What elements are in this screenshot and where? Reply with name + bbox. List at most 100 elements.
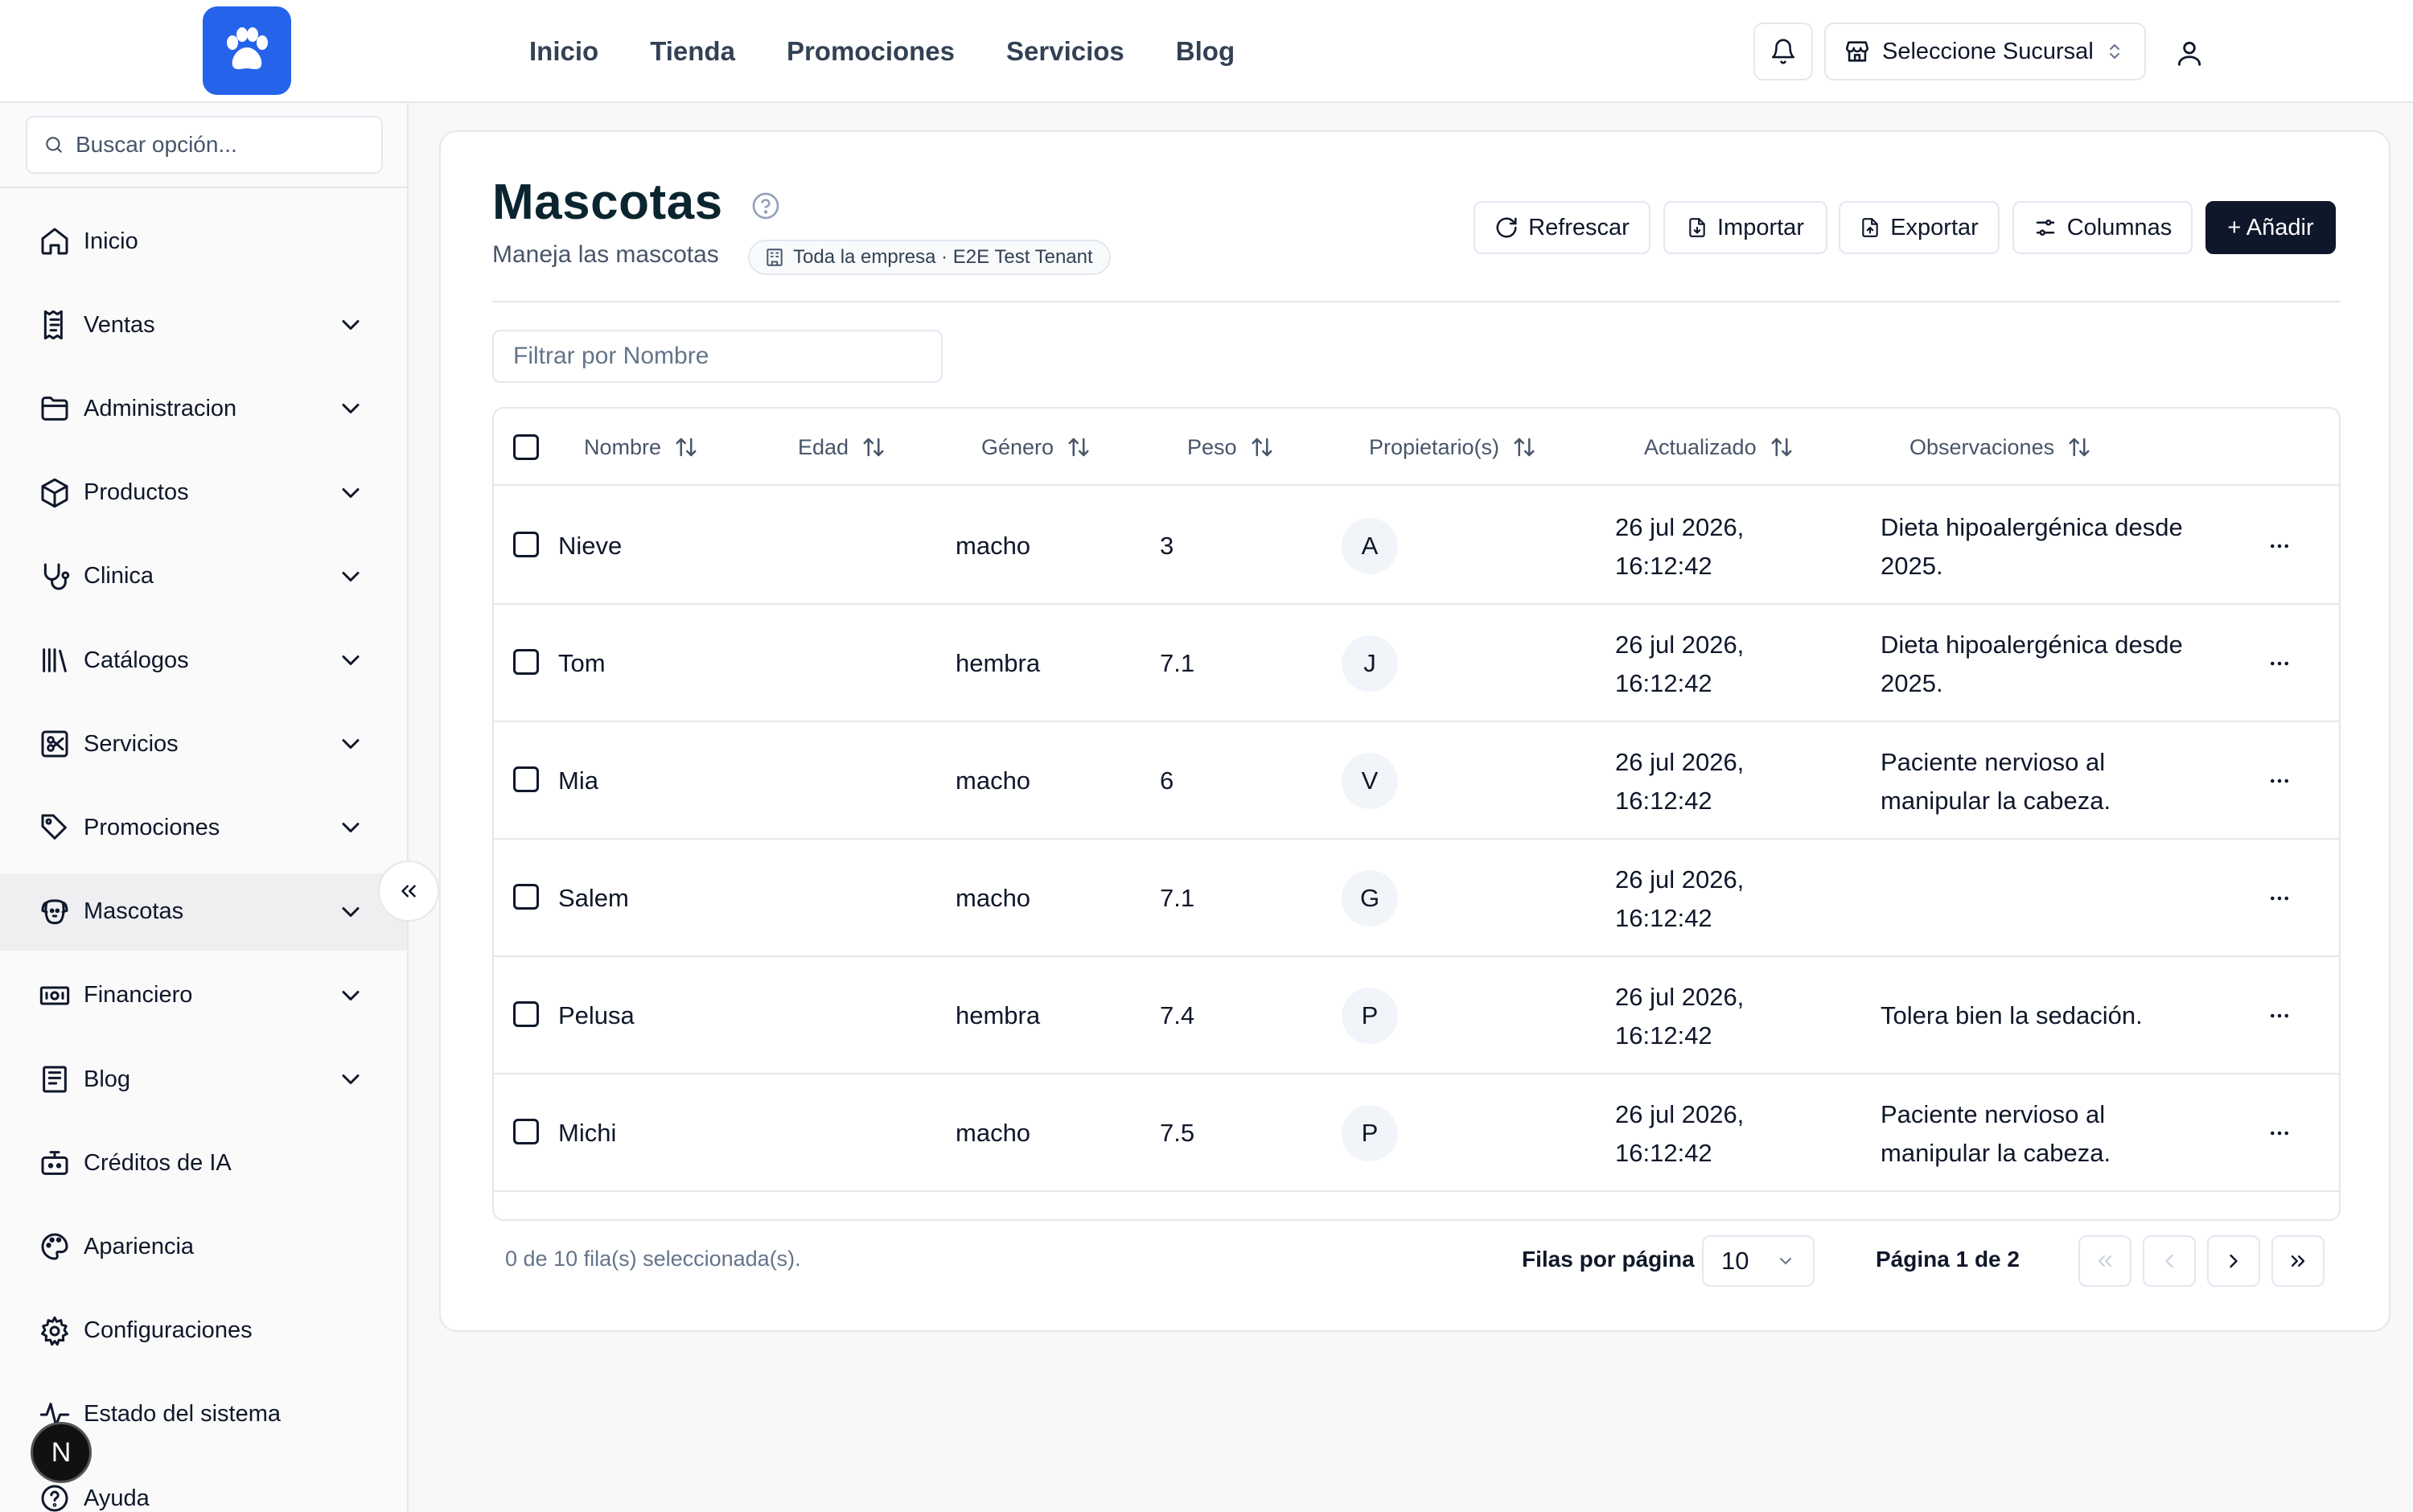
refresh-icon xyxy=(1496,217,1517,238)
chevron-down-icon[interactable] xyxy=(336,729,365,758)
row-actions-button[interactable] xyxy=(2263,1117,2296,1149)
sidebar-search-input[interactable] xyxy=(76,132,365,158)
notifications-button[interactable] xyxy=(1753,23,1813,80)
user-menu-button[interactable] xyxy=(2164,27,2215,79)
paw-logo-icon[interactable] xyxy=(203,6,291,95)
sidebar-item-inicio[interactable]: Inicio xyxy=(0,203,407,280)
sidebar-item-apariencia[interactable]: Apariencia xyxy=(0,1208,407,1285)
more-horizontal-icon xyxy=(2271,1131,2288,1136)
dev-tools-badge[interactable]: N xyxy=(31,1422,92,1483)
columns-button[interactable]: Columnas xyxy=(2012,201,2193,254)
rows-per-page-value: 10 xyxy=(1721,1247,1749,1275)
first-page-button[interactable] xyxy=(2078,1235,2131,1287)
cell-actualizado: 26 jul 2026, 16:12:42 xyxy=(1615,861,1744,938)
export-button[interactable]: Exportar xyxy=(1839,201,2000,254)
sidebar-item-financiero[interactable]: Financiero xyxy=(0,957,407,1034)
sidebar-item-servicios[interactable]: Servicios xyxy=(0,705,407,783)
sidebar-item-créditos-de-ia[interactable]: Créditos de IA xyxy=(0,1124,407,1202)
chevron-down-icon[interactable] xyxy=(336,813,365,842)
cell-observaciones: Paciente nervioso al manipular la cabeza. xyxy=(1881,1095,2111,1173)
add-button[interactable]: + Añadir xyxy=(2205,201,2336,254)
cell-observaciones: Tolera bien la sedación. xyxy=(1881,996,2143,1035)
column-header-propietario-s[interactable]: Propietario(s) xyxy=(1369,409,1536,486)
chevron-down-icon[interactable] xyxy=(336,646,365,675)
cell-peso: 7.5 xyxy=(1160,1119,1195,1147)
row-actions-button[interactable] xyxy=(2263,647,2296,680)
owner-avatar[interactable]: J xyxy=(1342,635,1398,692)
row-checkbox[interactable] xyxy=(513,1001,539,1027)
cell-actualizado-date: 26 jul 2026, xyxy=(1615,1100,1745,1128)
row-actions-button[interactable] xyxy=(2263,1000,2296,1032)
column-header-observaciones[interactable]: Observaciones xyxy=(1909,409,2091,486)
owner-avatar[interactable]: P xyxy=(1342,988,1398,1044)
sort-icon xyxy=(1514,438,1535,457)
row-checkbox[interactable] xyxy=(513,1119,539,1144)
rows-per-page-select[interactable]: 10 xyxy=(1702,1235,1815,1287)
topnav-tienda[interactable]: Tienda xyxy=(650,36,735,67)
table-row[interactable]: Nieve macho 3 A 26 jul 2026, 16:12:42 Dieta hi… xyxy=(494,487,2339,605)
row-actions-button[interactable] xyxy=(2263,530,2296,562)
branch-selector[interactable]: Seleccione Sucursal xyxy=(1824,23,2146,80)
chevron-down-icon[interactable] xyxy=(336,310,365,339)
filter-name-input[interactable] xyxy=(492,330,943,383)
sidebar-item-blog[interactable]: Blog xyxy=(0,1041,407,1118)
sidebar-item-mascotas[interactable]: Mascotas xyxy=(0,873,407,951)
owner-avatar[interactable]: V xyxy=(1342,753,1398,809)
cell-actualizado-date: 26 jul 2026, xyxy=(1615,983,1745,1011)
sort-icon xyxy=(1771,438,1792,457)
sidebar-search[interactable] xyxy=(26,116,383,174)
table-row[interactable]: Michi macho 7.5 P 26 jul 2026, 16:12:42 Pacien… xyxy=(494,1074,2339,1192)
sidebar-item-promociones[interactable]: Promociones xyxy=(0,789,407,866)
collapse-sidebar-button[interactable] xyxy=(378,861,439,922)
next-page-button[interactable] xyxy=(2207,1235,2260,1287)
import-button[interactable]: Importar xyxy=(1663,201,1827,254)
refresh-button[interactable]: Refrescar xyxy=(1474,201,1650,254)
sidebar-item-label: Ventas xyxy=(84,311,155,338)
sidebar-item-catálogos[interactable]: Catálogos xyxy=(0,622,407,699)
help-circle-icon[interactable] xyxy=(751,191,780,220)
chevron-down-icon[interactable] xyxy=(336,898,365,927)
column-header-género[interactable]: Género xyxy=(981,409,1091,486)
receipt-icon xyxy=(37,307,72,343)
chevron-down-icon[interactable] xyxy=(336,479,365,507)
table-row[interactable]: Tom hembra 7.1 J 26 jul 2026, 16:12:42 Dieta h… xyxy=(494,605,2339,722)
chevron-down-icon xyxy=(1780,1258,1791,1265)
row-checkbox[interactable] xyxy=(513,532,539,557)
last-page-button[interactable] xyxy=(2271,1235,2325,1287)
table-row[interactable]: Salem macho 7.1 G 26 jul 2026, 16:12:42 xyxy=(494,840,2339,957)
column-header-actualizado[interactable]: Actualizado xyxy=(1644,409,1794,486)
row-actions-button[interactable] xyxy=(2263,882,2296,914)
table-row[interactable]: Mia macho 6 V 26 jul 2026, 16:12:42 Paciente n… xyxy=(494,722,2339,840)
chevron-down-icon[interactable] xyxy=(336,981,365,1010)
sidebar-item-administracion[interactable]: Administracion xyxy=(0,370,407,447)
chevron-down-icon[interactable] xyxy=(336,562,365,591)
row-checkbox[interactable] xyxy=(513,884,539,910)
owner-avatar[interactable]: G xyxy=(1342,870,1398,927)
bot-icon xyxy=(37,1145,72,1181)
row-checkbox[interactable] xyxy=(513,649,539,675)
table-row[interactable]: Pelusa hembra 7.4 P 26 jul 2026, 16:12:42 Tole… xyxy=(494,957,2339,1074)
sidebar-item-configuraciones[interactable]: Configuraciones xyxy=(0,1292,407,1370)
owner-avatar[interactable]: P xyxy=(1342,1105,1398,1161)
column-header-peso[interactable]: Peso xyxy=(1187,409,1274,486)
chevrons-up-down-icon xyxy=(2109,44,2119,59)
previous-page-button[interactable] xyxy=(2143,1235,2196,1287)
sidebar-item-ventas[interactable]: Ventas xyxy=(0,286,407,364)
select-all-checkbox[interactable] xyxy=(513,434,539,460)
owner-avatar[interactable]: A xyxy=(1342,518,1398,574)
topnav-promociones[interactable]: Promociones xyxy=(787,36,955,67)
topnav-inicio[interactable]: Inicio xyxy=(529,36,598,67)
sidebar-item-clinica[interactable]: Clinica xyxy=(0,538,407,615)
column-header-edad[interactable]: Edad xyxy=(798,409,886,486)
chevron-down-icon[interactable] xyxy=(336,394,365,423)
cell-actualizado: 26 jul 2026, 16:12:42 xyxy=(1615,978,1744,1055)
row-actions-button[interactable] xyxy=(2263,765,2296,797)
column-header-nombre[interactable]: Nombre xyxy=(584,409,698,486)
page-title: Mascotas xyxy=(492,175,723,230)
row-checkbox[interactable] xyxy=(513,766,539,792)
sidebar-item-productos[interactable]: Productos xyxy=(0,454,407,532)
chevron-down-icon[interactable] xyxy=(336,1065,365,1094)
topnav-servicios[interactable]: Servicios xyxy=(1006,36,1124,67)
library-icon xyxy=(37,643,72,678)
topnav-blog[interactable]: Blog xyxy=(1176,36,1235,67)
